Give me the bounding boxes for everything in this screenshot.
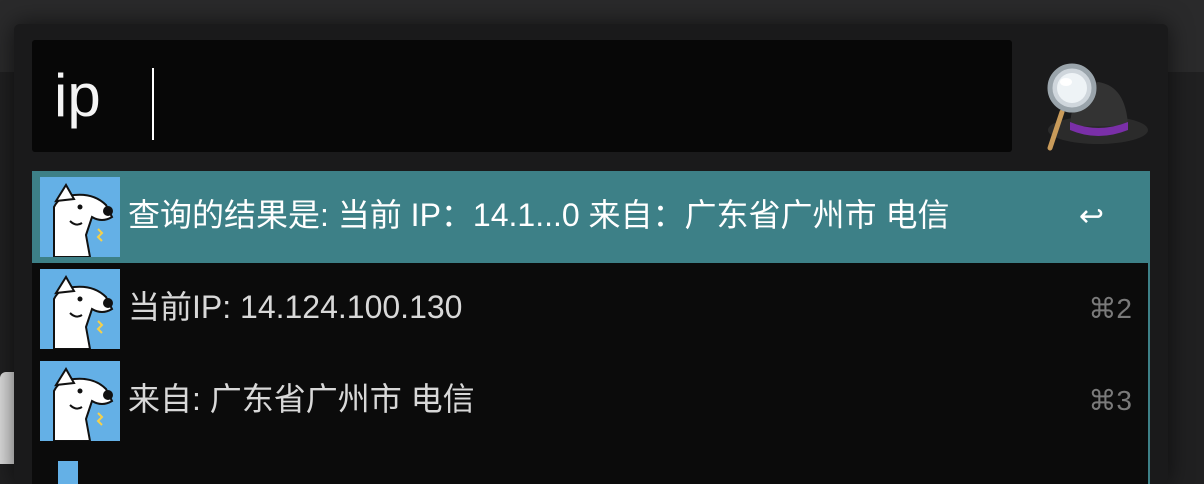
result-row[interactable]: 来自: 广东省广州市 电信 ⌘3 [32,355,1148,447]
shortcut-hint: ⌘3 [1088,385,1132,416]
search-query-text[interactable]: ip [54,66,101,126]
results-list: 查询的结果是: 当前 IP：14.1...0 来自：广东省广州市 电信 ↩ 当前… [32,171,1150,484]
text-caret [152,68,154,140]
result-row-partial-icon [58,461,78,484]
shortcut-hint: ⌘2 [1088,293,1132,324]
result-row-selected[interactable]: 查询的结果是: 当前 IP：14.1...0 来自：广东省广州市 电信 ↩ [32,171,1148,263]
magnifier-hat-icon[interactable] [1032,52,1150,152]
result-title: 来自: 广东省广州市 电信 [128,381,475,417]
dog-icon [40,269,120,349]
result-title: 查询的结果是: 当前 IP：14.1...0 来自：广东省广州市 电信 [128,197,950,233]
return-icon: ↩ [1078,200,1104,233]
result-row[interactable]: 当前IP: 14.124.100.130 ⌘2 [32,263,1148,355]
dog-icon [40,177,120,257]
launcher-window: ip 查询的结果是: 当前 IP：14.1...0 来自：广东省广州市 电信 ↩… [14,24,1168,484]
search-input[interactable]: ip [32,40,1012,152]
result-title: 当前IP: 14.124.100.130 [128,289,463,325]
dog-icon [40,361,120,441]
